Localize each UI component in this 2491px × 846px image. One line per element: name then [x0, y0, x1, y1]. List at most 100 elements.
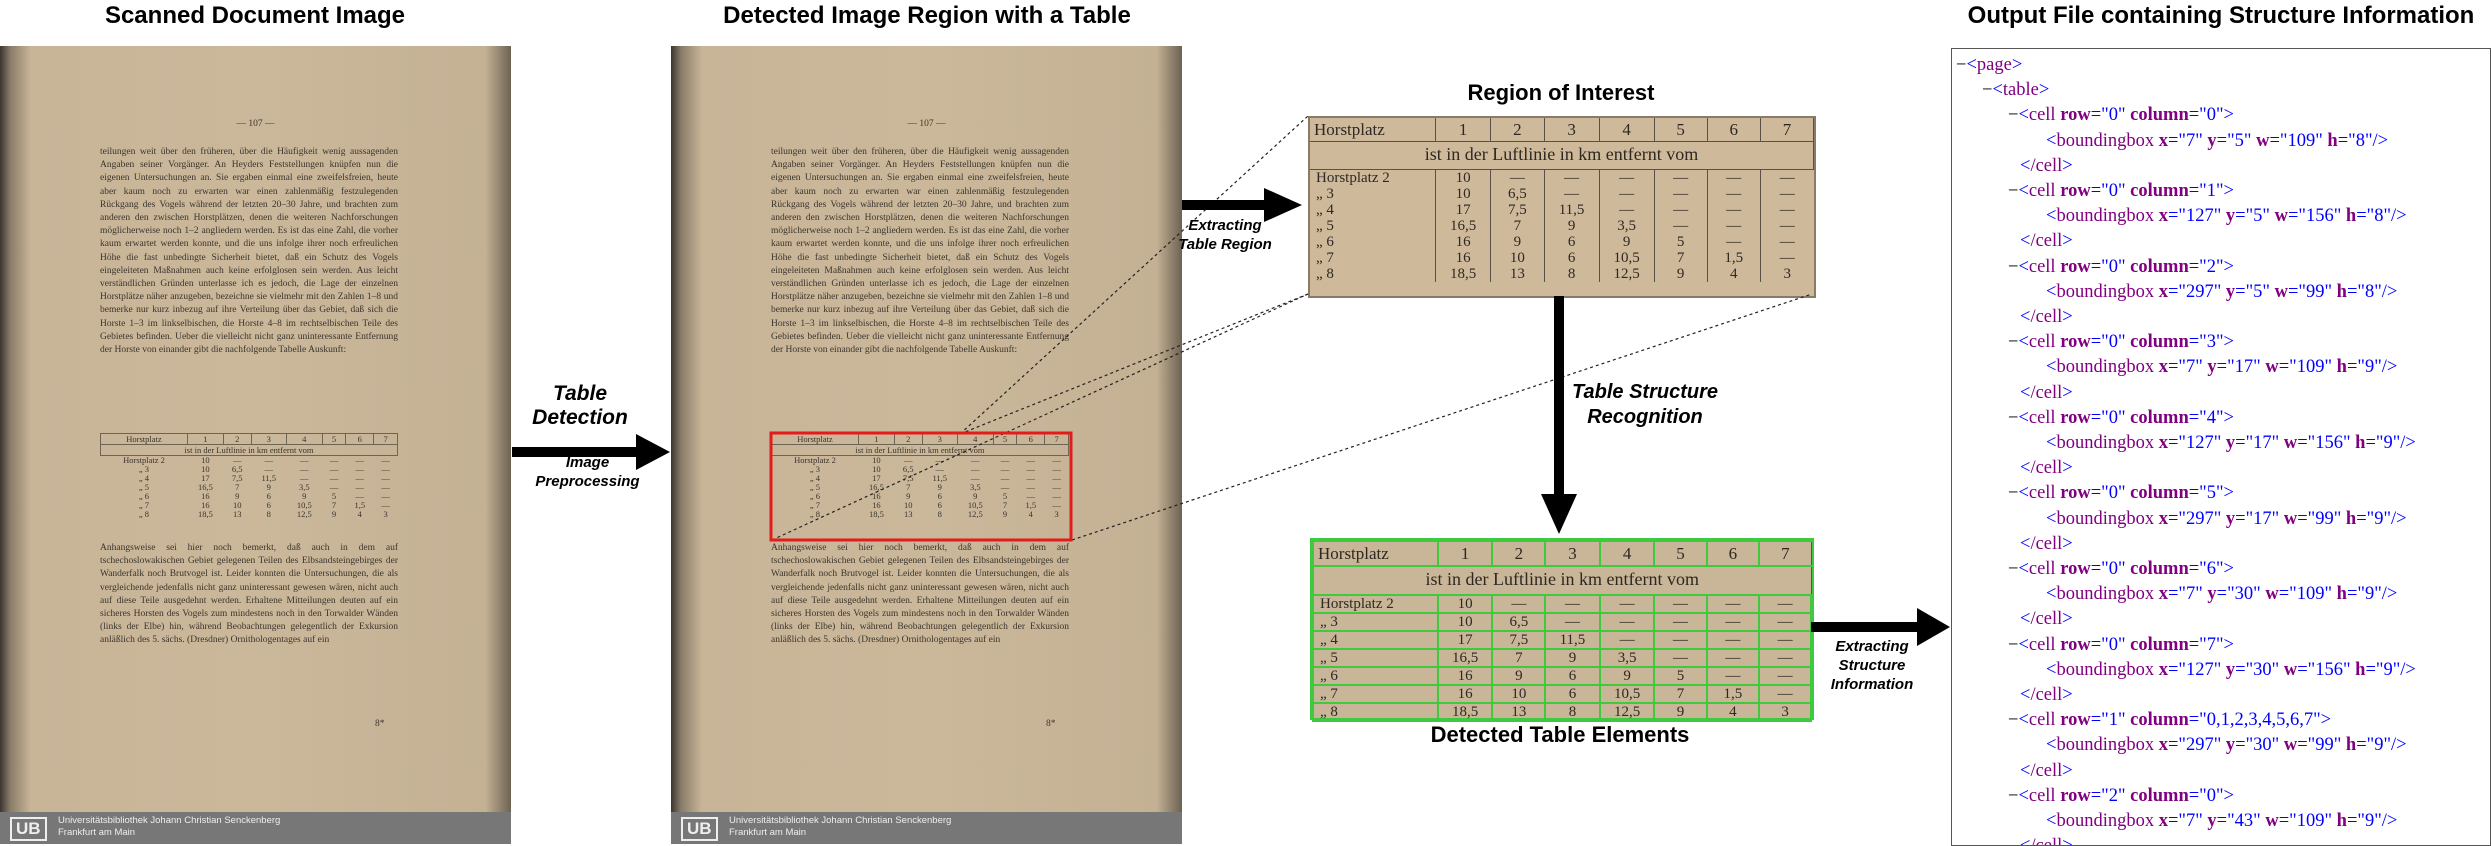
xml-attr-name: x	[2158, 206, 2168, 227]
xml-attr-value: 0	[2206, 105, 2216, 126]
xml-tag: /cell	[2030, 760, 2063, 781]
xml-attr-value: 297	[2185, 508, 2214, 529]
xml-tag: boundingbox	[2056, 659, 2155, 680]
xml-output-panel: −<page> −<table> −<cell row="0" column="0"…	[1951, 48, 2491, 846]
collapse-toggle[interactable]: −	[2008, 181, 2018, 201]
xml-attr-name: column	[2130, 710, 2189, 731]
xml-line: <boundingbox x="7" y="30" w="109" h="9"/…	[2046, 584, 2398, 605]
xml-tag: cell	[2028, 785, 2056, 806]
xml-attr-name: x	[2158, 659, 2168, 680]
xml-attr-value: 5	[2253, 281, 2263, 302]
xml-attr-value: 0	[2108, 407, 2118, 428]
xml-attr-value: 156	[2315, 433, 2343, 453]
xml-attr-name: y	[2225, 659, 2236, 680]
xml-attr-name: h	[2327, 130, 2338, 151]
structure-recognition-text: Table Structure Recognition	[1572, 381, 1718, 428]
xml-attr-value: 7	[2185, 130, 2196, 151]
xml-line: </cell>	[2020, 231, 2073, 252]
xml-attr-value: 7	[2185, 811, 2196, 831]
xml-attr-value: 17	[2253, 433, 2272, 453]
xml-tag: boundingbox	[2056, 357, 2155, 378]
xml-attr-value: 99	[2315, 735, 2334, 756]
xml-attr-name: h	[2336, 811, 2347, 831]
xml-attr-value: 9	[2383, 659, 2393, 680]
collapse-toggle[interactable]: −	[2008, 257, 2018, 277]
xml-attr-name: row	[2060, 332, 2091, 353]
collapse-toggle[interactable]: −	[2008, 710, 2018, 730]
xml-attr-name: y	[2207, 811, 2217, 831]
xml-attr-value: 5	[2234, 130, 2244, 151]
xml-attr-value: 0,1,2,3,4,5,6,7	[2206, 710, 2314, 731]
xml-attr-value: 0	[2108, 105, 2118, 126]
xml-tag: cell	[2028, 407, 2056, 428]
xml-line: <boundingbox x="127" y="17" w="156" h="9…	[2046, 433, 2416, 453]
xml-line: −<cell row="0" column="5">	[2008, 483, 2234, 504]
xml-attr-value: 109	[2296, 357, 2325, 378]
extracting-info-label: Extracting Structure Information	[1812, 637, 1932, 694]
xml-tag: cell	[2028, 181, 2056, 201]
xml-line: </cell>	[2020, 685, 2073, 705]
xml-attr-name: w	[2265, 584, 2279, 605]
xml-line: </cell>	[2020, 458, 2073, 479]
xml-tag: /cell	[2030, 533, 2063, 554]
extracting-region-text: Extracting Table Region	[1178, 217, 1272, 253]
xml-attr-name: h	[2355, 433, 2366, 453]
collapse-toggle[interactable]: −	[2008, 559, 2018, 579]
xml-line: −<table>	[1982, 80, 2050, 101]
xml-line: −<cell row="0" column="2">	[2008, 256, 2234, 277]
collapse-toggle[interactable]: −	[2008, 408, 2018, 428]
xml-attr-value: 7	[2206, 634, 2216, 655]
xml-attr-value: 2	[2206, 256, 2216, 277]
xml-attr-name: y	[2207, 584, 2217, 605]
xml-tag: boundingbox	[2056, 281, 2155, 302]
extracting-region-label: Extracting Table Region	[1170, 216, 1280, 254]
xml-attr-value: 0	[2206, 785, 2216, 806]
xml-attr-value: 0	[2108, 181, 2118, 201]
arrow-structure-head	[1541, 494, 1577, 534]
xml-attr-value: 109	[2296, 584, 2325, 605]
xml-attr-name: h	[2336, 357, 2347, 378]
xml-attr-value: 9	[2364, 357, 2375, 378]
xml-line: −<cell row="0" column="1">	[2008, 181, 2234, 201]
xml-attr-name: column	[2130, 256, 2189, 277]
xml-attr-value: 30	[2234, 584, 2254, 605]
xml-attr-name: h	[2345, 508, 2357, 529]
xml-attr-name: x	[2158, 584, 2168, 605]
xml-attr-value: 8	[2364, 281, 2375, 302]
xml-line: −<cell row="0" column="0">	[2008, 105, 2234, 126]
xml-attr-name: row	[2060, 483, 2091, 504]
xml-attr-name: column	[2130, 634, 2189, 655]
xml-attr-value: 127	[2185, 206, 2214, 227]
xml-attr-value: 156	[2315, 659, 2343, 680]
extracting-info-text: Extracting Structure Information	[1830, 638, 1914, 693]
xml-attr-value: 127	[2185, 659, 2214, 680]
xml-tag: boundingbox	[2056, 735, 2155, 756]
collapse-toggle[interactable]: −	[2008, 635, 2018, 655]
xml-attr-name: row	[2060, 407, 2091, 428]
xml-attr-name: w	[2274, 281, 2288, 302]
xml-line: </cell>	[2020, 155, 2073, 176]
xml-tag: cell	[2028, 559, 2056, 579]
collapse-toggle[interactable]: −	[2008, 786, 2018, 806]
xml-attr-name: x	[2158, 281, 2168, 302]
image-preprocessing-label: Image Preprocessing	[520, 453, 655, 491]
collapse-toggle[interactable]: −	[1982, 80, 1992, 100]
collapse-toggle[interactable]: −	[1956, 55, 1966, 75]
xml-attr-name: y	[2207, 130, 2217, 151]
xml-attr-name: h	[2336, 584, 2347, 605]
xml-attr-value: 1	[2108, 710, 2118, 731]
xml-attr-value: 8	[2355, 130, 2365, 151]
xml-attr-value: 0	[2108, 634, 2118, 655]
collapse-toggle[interactable]: −	[2008, 483, 2018, 503]
collapse-toggle[interactable]: −	[2008, 105, 2018, 125]
xml-line: <boundingbox x="297" y="30" w="99" h="9"…	[2046, 735, 2407, 756]
xml-attr-name: column	[2130, 785, 2189, 806]
collapse-toggle[interactable]: −	[2008, 332, 2018, 352]
xml-attr-name: x	[2158, 357, 2168, 378]
xml-line: </cell>	[2020, 836, 2073, 845]
xml-line: <boundingbox x="7" y="17" w="109" h="9"/…	[2046, 357, 2398, 378]
xml-attr-value: 7	[2185, 357, 2196, 378]
xml-attr-value: 1	[2206, 181, 2216, 201]
xml-attr-name: x	[2158, 811, 2168, 831]
projection-line	[771, 293, 1309, 541]
